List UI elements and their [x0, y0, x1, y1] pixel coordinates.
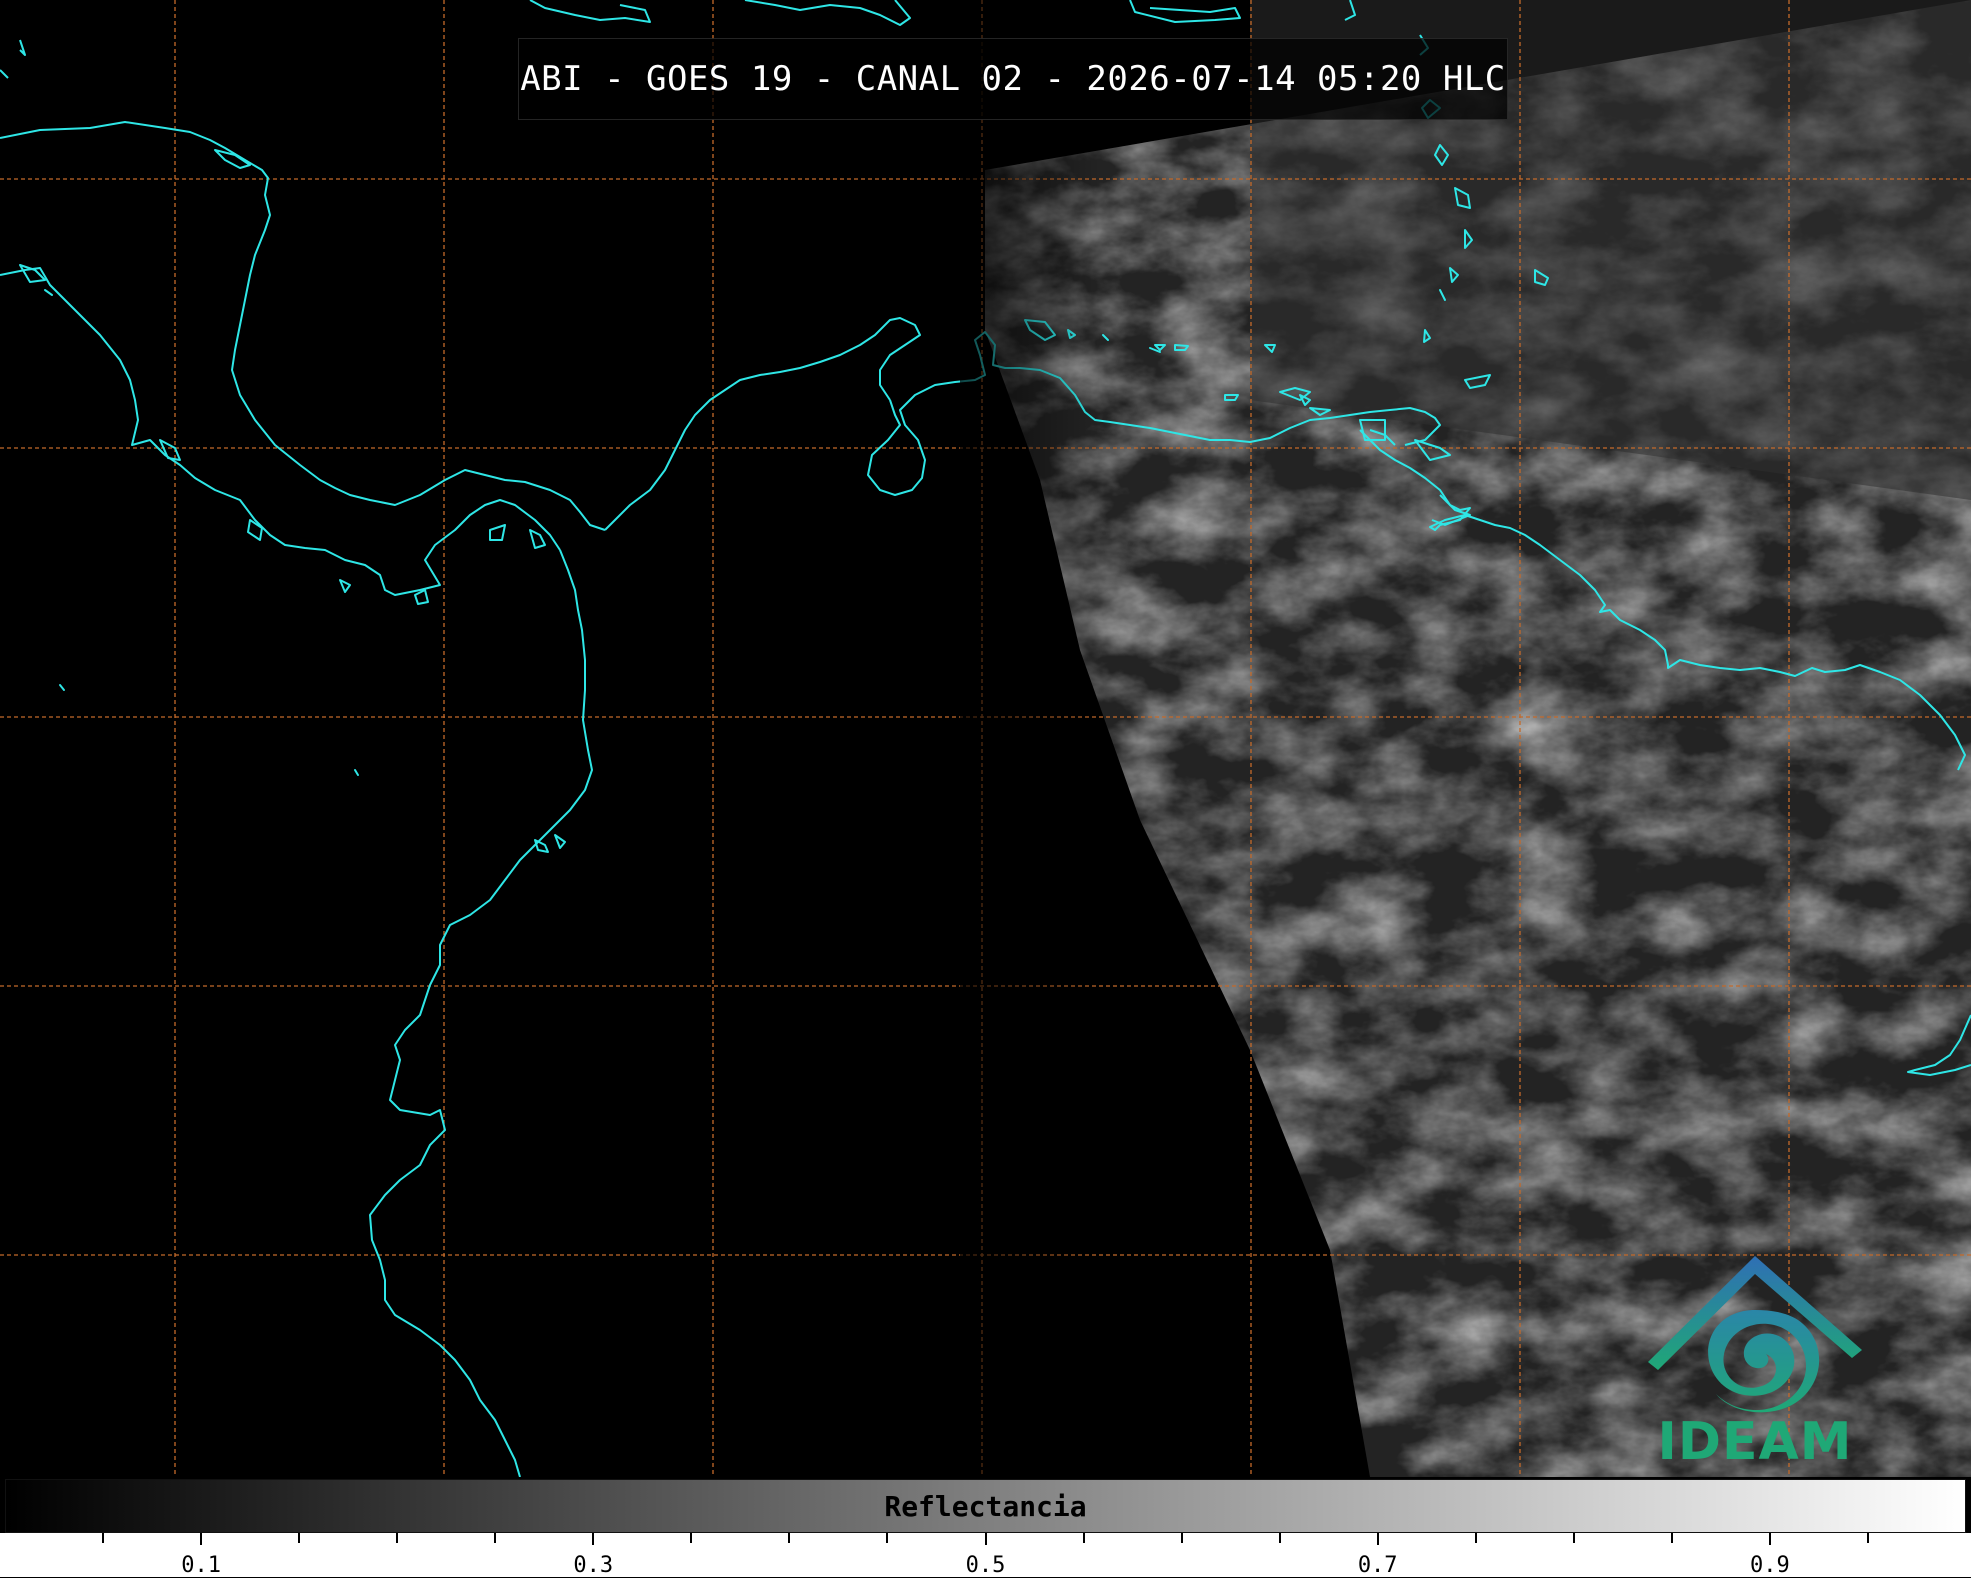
colorbar-label: Reflectancia: [884, 1489, 1087, 1523]
colorbar-tick: [102, 1533, 105, 1543]
colorbar-tick: [690, 1533, 693, 1543]
logo-text: IDEAM: [1657, 1412, 1853, 1472]
reflectance-colorbar: Reflectancia: [5, 1479, 1966, 1533]
colorbar-tick: [298, 1533, 301, 1543]
ideam-logo: IDEAM: [1640, 1250, 1870, 1472]
colorbar-major-tick: [1768, 1533, 1771, 1545]
colorbar-tick: [1670, 1533, 1673, 1543]
colorbar-tick: [396, 1533, 399, 1543]
colorbar-tick-label: 0.1: [181, 1553, 221, 1578]
colorbar-tick: [788, 1533, 791, 1543]
colorbar-tick: [886, 1533, 889, 1543]
colorbar-tick: [1082, 1533, 1085, 1543]
map-title-text: ABI - GOES 19 - CANAL 02 - 2026-07-14 05…: [520, 59, 1506, 99]
colorbar-tick: [494, 1533, 497, 1543]
colorbar-tick-label: 0.9: [1750, 1553, 1790, 1578]
colorbar-major-tick: [592, 1533, 595, 1545]
logo-swirl: [1708, 1310, 1820, 1413]
colorbar-tick: [1572, 1533, 1575, 1543]
colorbar-major-tick: [984, 1533, 987, 1545]
map-title: ABI - GOES 19 - CANAL 02 - 2026-07-14 05…: [518, 38, 1508, 120]
colorbar-tick: [1278, 1533, 1281, 1543]
colorbar-axis: 0.1 0.3 0.5 0.7 0.9: [0, 1533, 1971, 1578]
colorbar-tick: [1474, 1533, 1477, 1543]
colorbar-tick-label: 0.5: [965, 1553, 1006, 1578]
colorbar-tick: [1866, 1533, 1869, 1543]
colorbar-tick: [1180, 1533, 1183, 1543]
colorbar-tick-label: 0.3: [573, 1553, 614, 1578]
satellite-map[interactable]: ABI - GOES 19 - CANAL 02 - 2026-07-14 05…: [0, 0, 1971, 1477]
colorbar-major-tick: [200, 1533, 203, 1545]
colorbar-major-tick: [1376, 1533, 1379, 1545]
colorbar-tick-label: 0.7: [1357, 1553, 1398, 1578]
ideam-logo-icon: [1648, 1256, 1862, 1413]
